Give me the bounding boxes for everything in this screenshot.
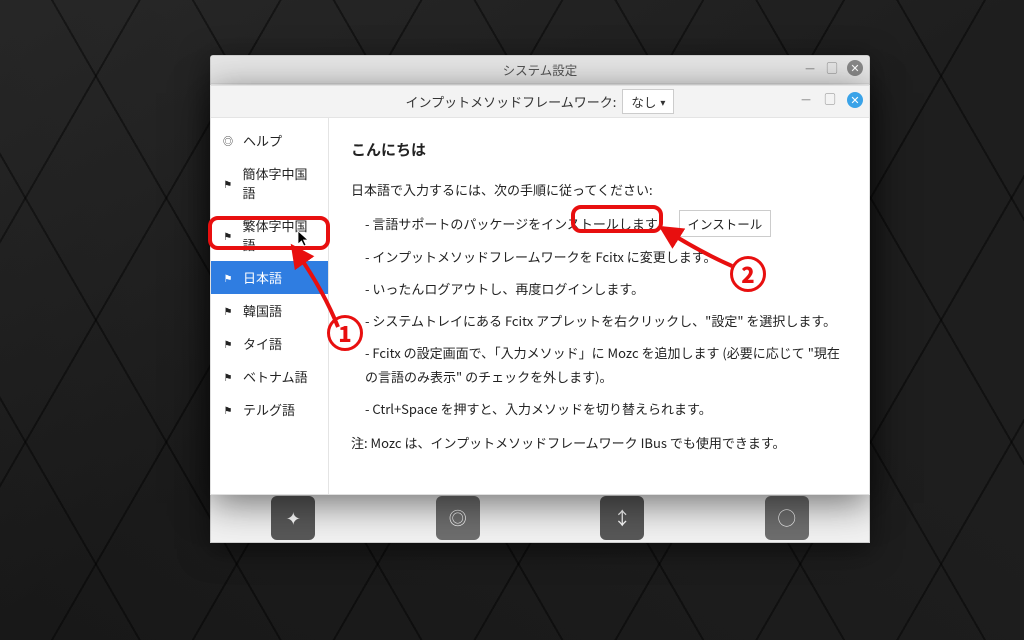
mouse-cursor-icon <box>297 230 311 248</box>
flag-icon <box>221 336 235 351</box>
sidebar-item-label: 日本語 <box>243 268 282 287</box>
step-logout: - いったんログアウトし、再度ログインします。 <box>351 277 847 301</box>
step-mozc: - Fcitx の設定画面で、「入力メソッド」に Mozc を追加します (必要… <box>351 341 847 389</box>
flag-icon <box>221 270 235 285</box>
step-install-text: - 言語サポートのパッケージをインストールします。 <box>365 214 670 233</box>
maximize-button[interactable]: ▢ <box>823 92 837 106</box>
framework-label: インプットメソッドフレームワーク: <box>406 92 617 111</box>
settings-grid-row2: ✦ ◎ ↕ ◯ <box>211 496 869 540</box>
help-icon <box>221 133 235 148</box>
sidebar-item-label: ヘルプ <box>243 131 282 150</box>
settings-tile[interactable]: ◎ <box>436 496 480 540</box>
sidebar-item-japanese[interactable]: 日本語 <box>211 261 328 294</box>
sidebar-item-telugu[interactable]: テルグ語 <box>211 393 328 426</box>
flag-icon <box>221 176 235 191</box>
dropdown-value: なし <box>631 92 656 111</box>
inner-window-titlebar[interactable]: インプットメソッドフレームワーク: なし — ▢ ✕ <box>211 86 869 118</box>
flag-icon <box>221 228 235 243</box>
greeting-heading: こんにちは <box>351 136 847 164</box>
sidebar-item-thai[interactable]: タイ語 <box>211 327 328 360</box>
flag-icon <box>221 402 235 417</box>
outer-window-titlebar[interactable]: システム設定 — ▢ ✕ <box>211 56 869 84</box>
settings-tile[interactable]: ↕ <box>600 496 644 540</box>
settings-tile[interactable]: ◯ <box>765 496 809 540</box>
sidebar-item-label: テルグ語 <box>243 400 295 419</box>
minimize-button[interactable]: — <box>803 61 817 75</box>
sidebar-item-help[interactable]: ヘルプ <box>211 124 328 157</box>
sidebar-item-label: 簡体字中国語 <box>243 164 318 202</box>
step-install: - 言語サポートのパッケージをインストールします。 インストール <box>351 210 847 237</box>
sidebar-item-label: ベトナム語 <box>243 367 308 386</box>
minimize-button[interactable]: — <box>799 92 813 106</box>
main-content: こんにちは 日本語で入力するには、次の手順に従ってください: - 言語サポートの… <box>329 118 869 494</box>
sidebar-item-zh-simplified[interactable]: 簡体字中国語 <box>211 157 328 209</box>
intro-text: 日本語で入力するには、次の手順に従ってください: <box>351 178 847 202</box>
sidebar-item-korean[interactable]: 韓国語 <box>211 294 328 327</box>
install-button[interactable]: インストール <box>679 210 772 237</box>
settings-tile[interactable]: ✦ <box>271 496 315 540</box>
close-button[interactable]: ✕ <box>847 92 863 108</box>
sidebar-item-label: タイ語 <box>243 334 282 353</box>
sidebar-item-label: 韓国語 <box>243 301 282 320</box>
flag-icon <box>221 369 235 384</box>
outer-window-title: システム設定 <box>503 60 578 79</box>
step-hotkey: - Ctrl+Space を押すと、入力メソッドを切り替えられます。 <box>351 397 847 421</box>
sidebar-item-vietnamese[interactable]: ベトナム語 <box>211 360 328 393</box>
flag-icon <box>221 303 235 318</box>
framework-dropdown[interactable]: なし <box>622 89 674 114</box>
maximize-button[interactable]: ▢ <box>825 61 839 75</box>
note-text: 注: Mozc は、インプットメソッドフレームワーク IBus でも使用できます… <box>351 431 847 455</box>
input-method-window: インプットメソッドフレームワーク: なし — ▢ ✕ ヘルプ 簡体字中国語 繁体… <box>210 85 870 495</box>
step-systray: - システムトレイにある Fcitx アプレットを右クリックし、"設定" を選択… <box>351 309 847 333</box>
language-sidebar: ヘルプ 簡体字中国語 繁体字中国語 日本語 韓国語 タイ語 <box>211 118 329 494</box>
close-button[interactable]: ✕ <box>847 60 863 76</box>
step-fcitx: - インプットメソッドフレームワークを Fcitx に変更します。 <box>351 245 847 269</box>
